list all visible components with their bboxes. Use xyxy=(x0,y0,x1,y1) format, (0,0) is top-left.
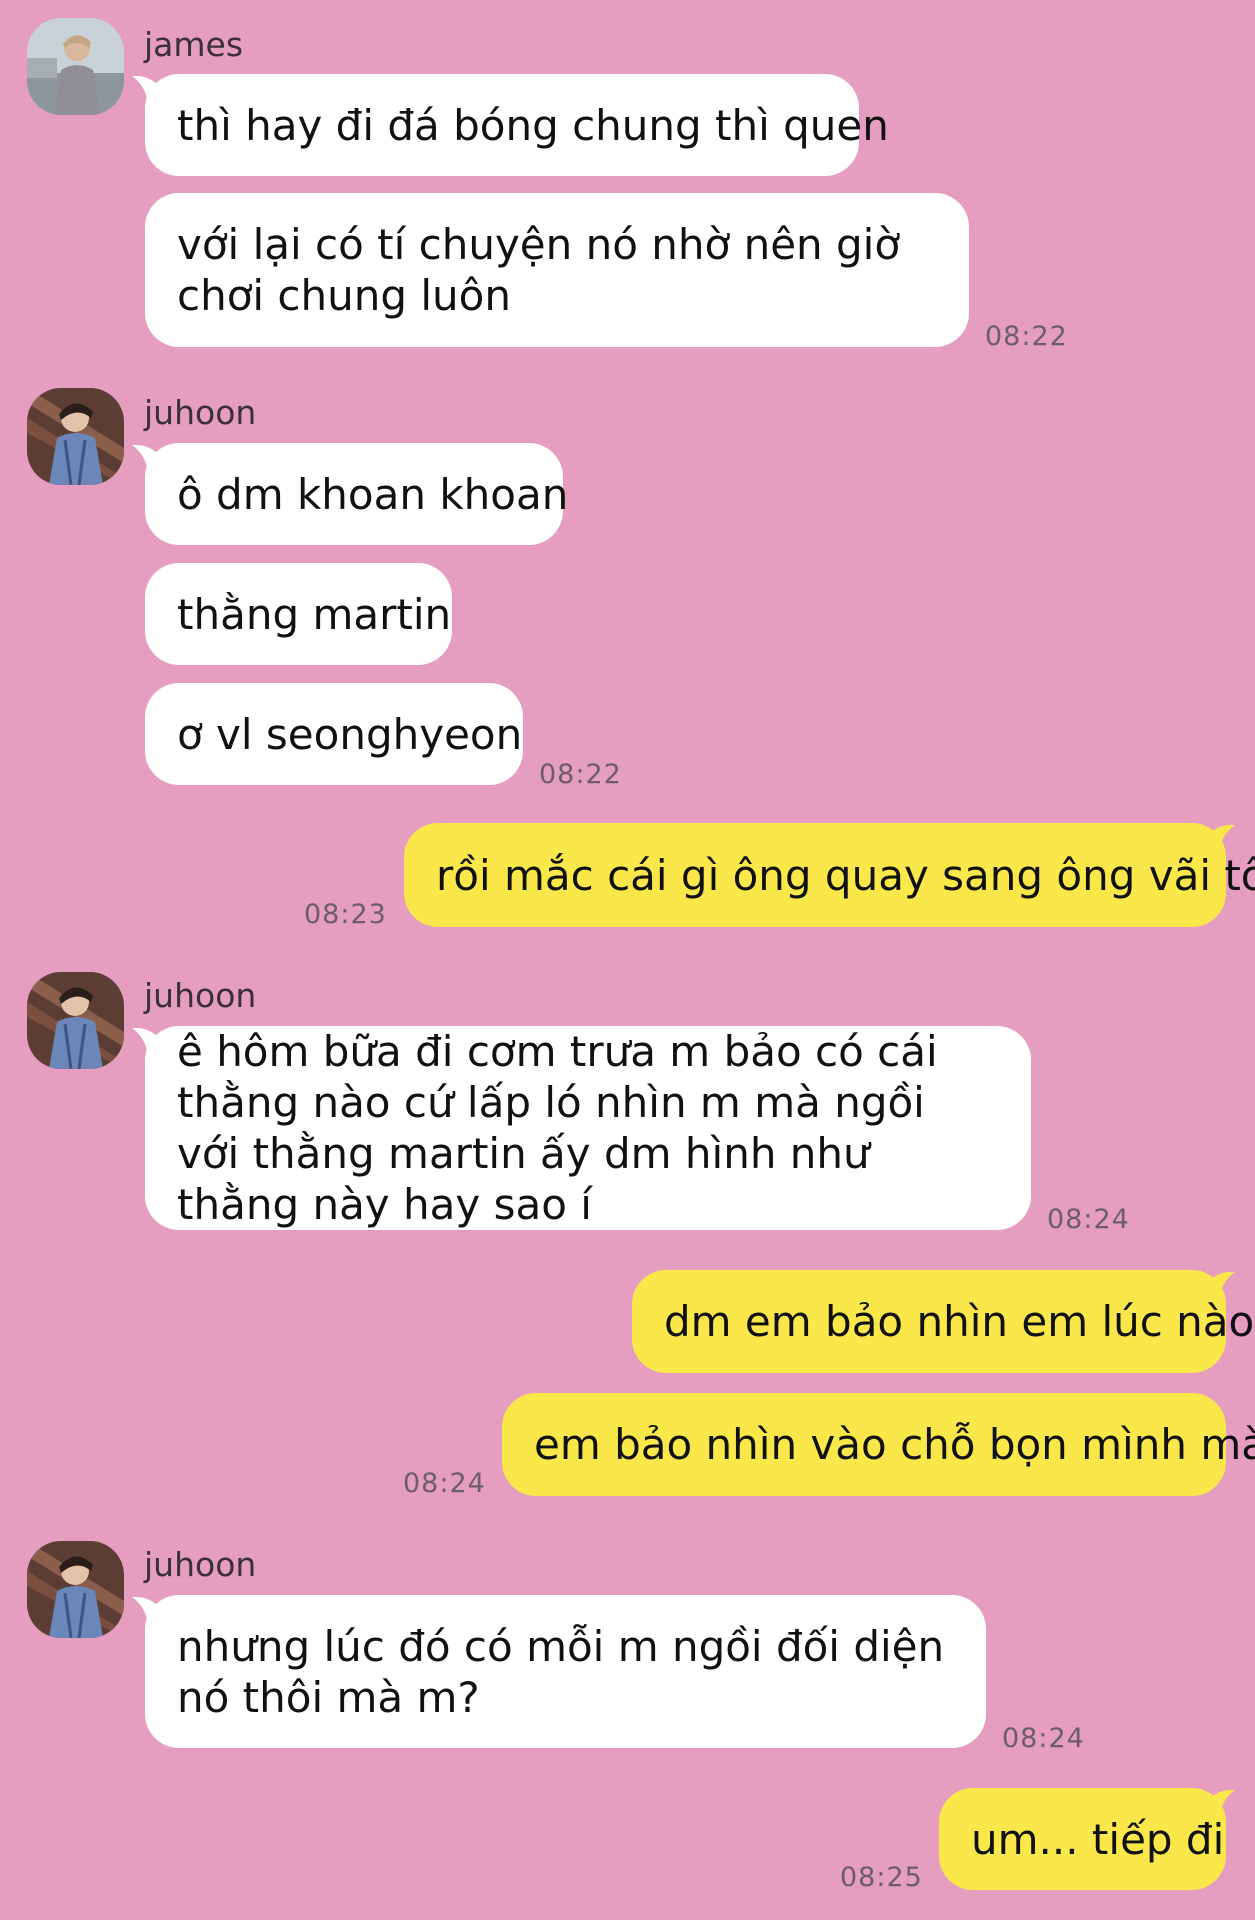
avatar-james[interactable] xyxy=(27,18,124,115)
message-bubble[interactable]: ơ vl seonghyeon xyxy=(145,683,523,785)
message-text: em bảo nhìn vào chỗ bọn mình mà xyxy=(534,1420,1255,1469)
message-bubble[interactable]: dm em bảo nhìn em lúc nào xyxy=(632,1270,1254,1373)
avatar-photo-juhoon xyxy=(27,1541,124,1638)
message-timestamp: 08:22 xyxy=(985,321,1068,352)
message-text: với lại có tí chuyện nó nhờ nên giờ chơi… xyxy=(177,220,901,320)
message-bubble[interactable]: thì hay đi đá bóng chung thì quen xyxy=(145,74,889,176)
sender-name: juhoon xyxy=(144,976,257,1015)
avatar-photo-juhoon xyxy=(27,972,124,1069)
message-bubble[interactable]: ê hôm bữa đi cơm trưa m bảo có cái thằng… xyxy=(145,1026,1031,1230)
avatar-photo-james xyxy=(27,18,124,115)
message-bubble[interactable]: nhưng lúc đó có mỗi m ngồi đối diện nó t… xyxy=(145,1595,986,1748)
message-text: thằng martin xyxy=(177,589,452,639)
message-bubble[interactable]: ô dm khoan khoan xyxy=(145,443,568,545)
message-bubble[interactable]: um... tiếp đi xyxy=(939,1788,1226,1890)
avatar-juhoon[interactable] xyxy=(27,1541,124,1638)
avatar-juhoon[interactable] xyxy=(27,388,124,485)
bubble-tail xyxy=(1199,1788,1235,1818)
message-timestamp: 08:24 xyxy=(403,1468,486,1499)
message-timestamp: 08:24 xyxy=(1047,1204,1130,1235)
avatar-photo-juhoon xyxy=(27,388,124,485)
avatar-juhoon[interactable] xyxy=(27,972,124,1069)
bubble-tail xyxy=(1199,1270,1235,1300)
sender-name: juhoon xyxy=(144,393,257,432)
message-text: ô dm khoan khoan xyxy=(177,469,569,519)
message-timestamp: 08:23 xyxy=(304,899,387,930)
sender-name: juhoon xyxy=(144,1545,257,1584)
bubble-tail xyxy=(1199,823,1235,853)
message-text: nhưng lúc đó có mỗi m ngồi đối diện nó t… xyxy=(177,1621,945,1722)
message-text: ơ vl seonghyeon xyxy=(177,709,523,759)
message-bubble[interactable]: với lại có tí chuyện nó nhờ nên giờ chơi… xyxy=(145,193,969,347)
message-text: rồi mắc cái gì ông quay sang ông vãi tôi xyxy=(436,850,1255,900)
message-text: ê hôm bữa đi cơm trưa m bảo có cái thằng… xyxy=(177,1027,938,1229)
message-text: thì hay đi đá bóng chung thì quen xyxy=(177,100,889,150)
message-timestamp: 08:24 xyxy=(1002,1723,1085,1754)
sender-name: james xyxy=(144,25,244,64)
message-bubble[interactable]: thằng martin xyxy=(145,563,452,665)
message-timestamp: 08:22 xyxy=(539,759,622,790)
message-text: um... tiếp đi xyxy=(971,1814,1225,1864)
message-text: dm em bảo nhìn em lúc nào xyxy=(664,1297,1255,1346)
message-timestamp: 08:25 xyxy=(840,1862,923,1893)
message-bubble[interactable]: em bảo nhìn vào chỗ bọn mình mà xyxy=(502,1393,1255,1496)
message-bubble[interactable]: rồi mắc cái gì ông quay sang ông vãi tôi xyxy=(404,823,1255,927)
